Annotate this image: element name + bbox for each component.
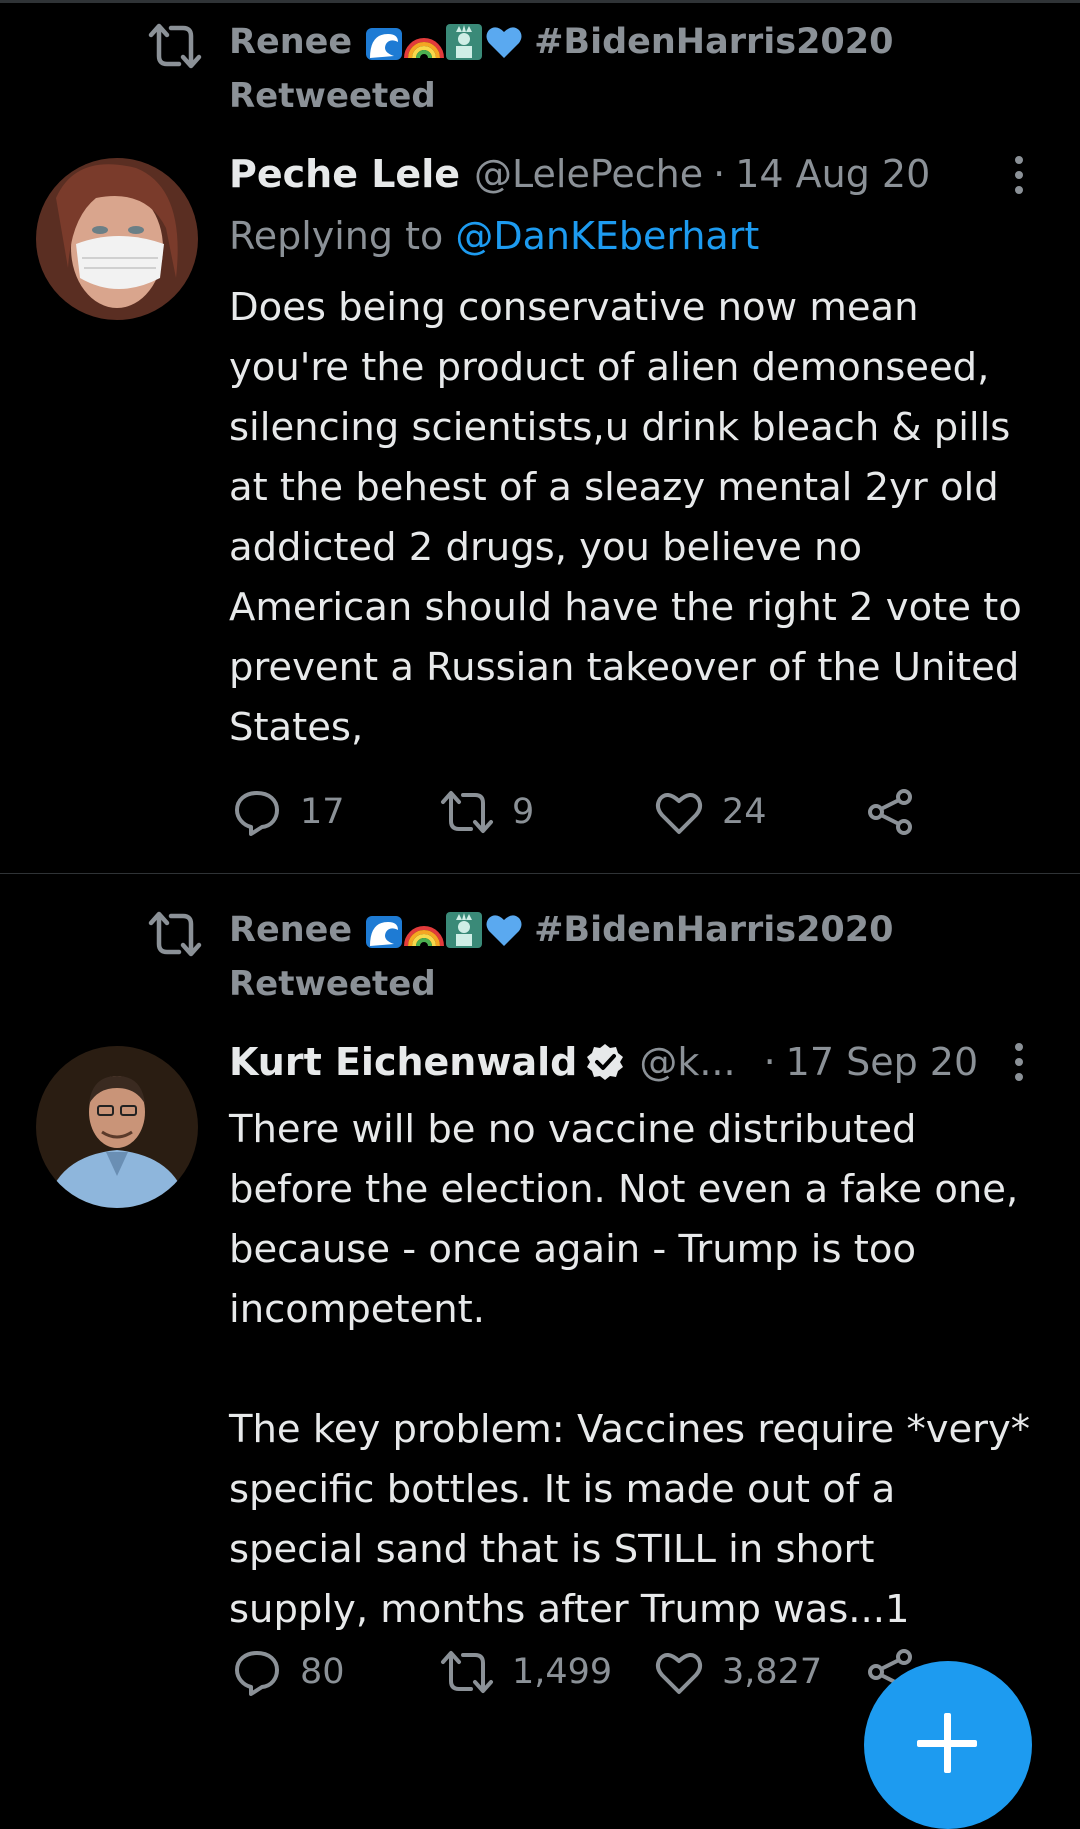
water-wave-icon — [366, 28, 403, 60]
retweeter-emojis — [364, 22, 524, 62]
author-name[interactable]: Peche Lele — [229, 152, 460, 196]
tweet-header: Peche Lele @LelePeche · 14 Aug 20 — [229, 152, 930, 196]
retweeted-label: Retweeted — [229, 76, 436, 116]
rainbow-icon — [404, 926, 445, 947]
retweeted-label: Retweeted — [229, 964, 436, 1004]
avatar[interactable] — [36, 1046, 198, 1208]
tweet-date[interactable]: 14 Aug 20 — [735, 152, 930, 196]
tweet-date[interactable]: 17 Sep 20 — [786, 1040, 979, 1084]
statue-of-liberty-icon — [446, 912, 483, 948]
retweeter-hashtag[interactable]: #BidenHarris2020 — [534, 910, 893, 950]
share-button[interactable] — [866, 784, 916, 840]
avatar-image — [36, 158, 198, 320]
retweeter-name[interactable]: Renee — [229, 910, 352, 950]
share-icon — [868, 789, 912, 835]
reply-count: 17 — [300, 792, 345, 832]
replying-to-label: Replying to — [229, 214, 456, 258]
blue-heart-icon — [486, 915, 522, 946]
tweet-header: Kurt Eichenwald @k... · 17 Sep 20 — [229, 1040, 978, 1084]
reply-count: 80 — [300, 1652, 345, 1692]
retweet-count: 9 — [512, 792, 535, 832]
author-handle[interactable]: @LelePeche — [474, 152, 703, 196]
retweeter-line[interactable]: Renee #BidenHarris2020 — [229, 910, 893, 950]
avatar-image — [36, 1046, 198, 1208]
author-handle[interactable]: @k... — [639, 1040, 735, 1084]
tweet-text: There will be no vaccine distributed bef… — [229, 1107, 1031, 1632]
tweet[interactable]: Renee — [0, 874, 1080, 1750]
blue-heart-icon — [486, 27, 522, 58]
water-wave-icon — [366, 916, 403, 948]
compose-tweet-button[interactable] — [864, 1661, 1032, 1829]
retweet-icon — [148, 23, 202, 69]
separator-dot: · — [763, 1040, 776, 1084]
like-count: 24 — [722, 792, 767, 832]
retweet-icon — [441, 791, 493, 833]
reply-button[interactable]: 17 — [232, 784, 345, 840]
rainbow-icon — [404, 38, 445, 59]
retweet-count: 1,499 — [512, 1652, 613, 1692]
retweeter-emojis — [364, 910, 524, 950]
tweet-actions: 17 9 24 — [0, 784, 1080, 840]
reply-icon — [235, 1651, 279, 1696]
retweet-context: Renee #BidenHarris2020 — [0, 908, 1080, 960]
retweeter-hashtag[interactable]: #BidenHarris2020 — [534, 22, 893, 62]
tweet-text: Does being conservative now mean you're … — [229, 285, 1022, 750]
more-options-icon[interactable] — [1004, 1040, 1034, 1084]
avatar[interactable] — [36, 158, 198, 320]
retweet-icon — [148, 911, 202, 957]
retweet-button[interactable]: 9 — [440, 784, 534, 840]
reply-mention-link[interactable]: @DanKEberhart — [455, 214, 759, 258]
reply-button[interactable]: 80 — [232, 1644, 345, 1700]
tweet[interactable]: Renee — [0, 0, 1080, 874]
verified-badge-icon — [587, 1044, 624, 1080]
replying-to: Replying to @DanKEberhart — [229, 214, 759, 258]
separator-dot: · — [713, 152, 726, 196]
statue-of-liberty-icon — [446, 24, 483, 60]
retweet-context: Renee #BidenHarris2020 — [0, 20, 1080, 72]
heart-icon — [655, 1653, 703, 1694]
like-count: 3,827 — [722, 1652, 823, 1692]
retweeter-line[interactable]: Renee #BidenHarris2020 — [229, 22, 893, 62]
retweet-icon — [441, 1651, 493, 1693]
like-button[interactable]: 24 — [654, 784, 767, 840]
heart-icon — [655, 793, 703, 834]
retweet-button[interactable]: 1,499 — [440, 1644, 612, 1700]
retweeter-name[interactable]: Renee — [229, 22, 352, 62]
author-name[interactable]: Kurt Eichenwald — [229, 1040, 577, 1084]
reply-icon — [235, 791, 279, 836]
like-button[interactable]: 3,827 — [654, 1644, 822, 1700]
more-options-icon[interactable] — [1004, 153, 1034, 197]
